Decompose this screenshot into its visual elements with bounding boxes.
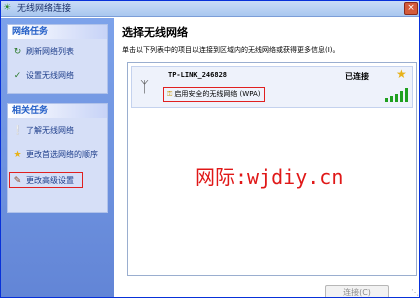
sidebar: 网络任务 ↻ 刷新网络列表 ✓ 设置无线网络 相关任务 ❕ 了解无线网络 ★ 更改首选网…	[1, 18, 114, 297]
network-tasks-panel: 网络任务 ↻ 刷新网络列表 ✓ 设置无线网络	[7, 24, 108, 94]
network-item[interactable]: ᛉ TP-LINK_246828 已连接 ★ ⚿ 启用安全的无线网络 (WPA)	[131, 66, 413, 108]
change-preferred-order-link[interactable]: ★ 更改首选网络的顺序	[12, 147, 107, 163]
settings-icon: ✎	[13, 176, 22, 186]
change-advanced-settings-label: 更改高级设置	[26, 176, 74, 185]
learn-wireless-link[interactable]: ❕ 了解无线网络	[12, 123, 107, 139]
learn-wireless-label: 了解无线网络	[26, 126, 74, 135]
window-title: 无线网络连接	[17, 4, 72, 14]
page-title: 选择无线网络	[122, 26, 188, 39]
wireless-network-window: ☀ 无线网络连接 × 网络任务 ↻ 刷新网络列表 ✓ 设置无线网络 相关任务 ❕ 了解…	[0, 0, 420, 298]
preferred-star-icon: ★	[396, 67, 407, 81]
related-tasks-panel: 相关任务 ❕ 了解无线网络 ★ 更改首选网络的顺序 ✎ 更改高级设置	[7, 103, 108, 213]
instruction-text: 单击以下列表中的项目以连接到区域内的无线网络或获得更多信息(I)。	[122, 46, 340, 54]
setup-wireless-network-link[interactable]: ✓ 设置无线网络	[12, 68, 107, 84]
wireless-app-icon: ☀	[3, 3, 12, 13]
main-panel: 选择无线网络 单击以下列表中的项目以连接到区域内的无线网络或获得更多信息(I)。…	[114, 18, 419, 297]
star-icon: ★	[13, 150, 22, 160]
related-tasks-header: 相关任务	[8, 104, 107, 118]
lock-icon: ⚿	[167, 90, 173, 98]
network-tasks-header: 网络任务	[8, 25, 107, 39]
signal-strength-icon	[385, 88, 409, 102]
network-ssid: TP-LINK_246828	[168, 71, 228, 79]
change-advanced-settings-link[interactable]: ✎ 更改高级设置	[9, 172, 83, 188]
refresh-network-list-label: 刷新网络列表	[26, 47, 74, 56]
info-icon: ❕	[12, 126, 24, 136]
refresh-icon: ↻	[13, 47, 22, 57]
antenna-icon: ᛉ	[140, 78, 150, 96]
watermark-text: 网际:wjdiy.cn	[195, 165, 344, 189]
change-preferred-order-label: 更改首选网络的顺序	[26, 150, 98, 159]
setup-wireless-network-label: 设置无线网络	[26, 71, 74, 80]
connect-button[interactable]: 连接(C)	[325, 285, 389, 297]
security-label: 启用安全的无线网络 (WPA)	[174, 90, 261, 98]
refresh-network-list-link[interactable]: ↻ 刷新网络列表	[12, 44, 107, 60]
resize-grip-icon[interactable]: ⋱	[411, 288, 419, 297]
wireless-setup-icon: ✓	[13, 71, 22, 81]
title-bar[interactable]: ☀ 无线网络连接 ×	[1, 1, 419, 17]
network-list[interactable]: ᛉ TP-LINK_246828 已连接 ★ ⚿ 启用安全的无线网络 (WPA) …	[127, 62, 417, 276]
security-info: ⚿ 启用安全的无线网络 (WPA)	[163, 87, 265, 102]
close-button[interactable]: ×	[404, 2, 418, 15]
connection-status: 已连接	[345, 72, 369, 81]
